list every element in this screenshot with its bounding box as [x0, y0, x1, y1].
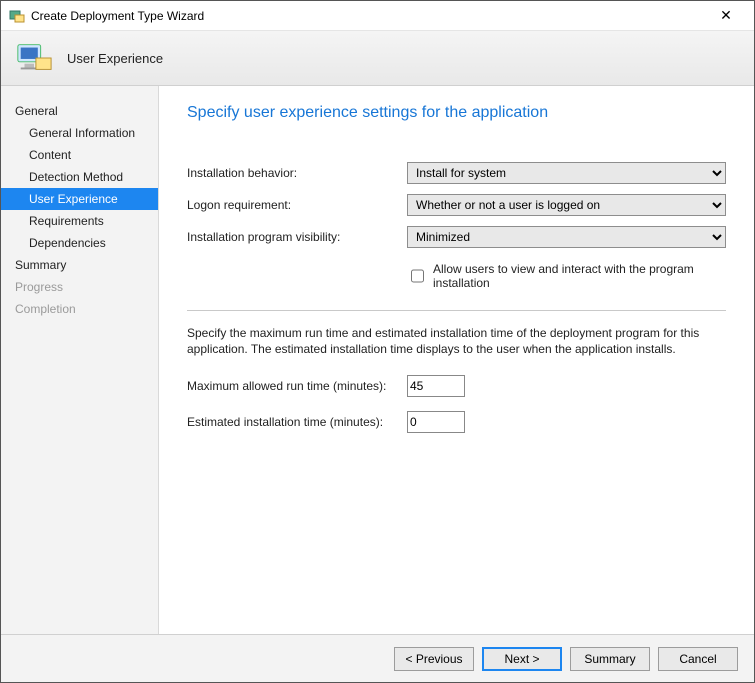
- sidebar-item-content[interactable]: Content: [1, 144, 158, 166]
- page-heading: Specify user experience settings for the…: [187, 104, 726, 122]
- sidebar-item-user-experience[interactable]: User Experience: [1, 188, 158, 210]
- logon-requirement-label: Logon requirement:: [187, 198, 407, 212]
- visibility-label: Installation program visibility:: [187, 230, 407, 244]
- app-icon: [9, 8, 25, 24]
- max-runtime-input[interactable]: [407, 375, 465, 397]
- sidebar: General General Information Content Dete…: [1, 86, 159, 634]
- banner-step-title: User Experience: [67, 51, 163, 66]
- content-pane: Specify user experience settings for the…: [159, 86, 754, 634]
- cancel-button[interactable]: Cancel: [658, 647, 738, 671]
- previous-button[interactable]: < Previous: [394, 647, 474, 671]
- est-time-input[interactable]: [407, 411, 465, 433]
- runtime-description: Specify the maximum run time and estimat…: [187, 325, 726, 357]
- sidebar-item-detection[interactable]: Detection Method: [1, 166, 158, 188]
- install-behavior-select[interactable]: Install for system: [407, 162, 726, 184]
- sidebar-item-requirements[interactable]: Requirements: [1, 210, 158, 232]
- window-title: Create Deployment Type Wizard: [31, 9, 706, 23]
- visibility-select[interactable]: Minimized: [407, 226, 726, 248]
- install-behavior-label: Installation behavior:: [187, 166, 407, 180]
- max-runtime-label: Maximum allowed run time (minutes):: [187, 379, 407, 393]
- sidebar-item-dependencies[interactable]: Dependencies: [1, 232, 158, 254]
- sidebar-group-completion: Completion: [1, 298, 158, 320]
- titlebar: Create Deployment Type Wizard ✕: [1, 1, 754, 31]
- footer: < Previous Next > Summary Cancel: [1, 634, 754, 682]
- logon-requirement-select[interactable]: Whether or not a user is logged on: [407, 194, 726, 216]
- sidebar-group-summary[interactable]: Summary: [1, 254, 158, 276]
- divider: [187, 310, 726, 311]
- sidebar-group-progress: Progress: [1, 276, 158, 298]
- summary-button[interactable]: Summary: [570, 647, 650, 671]
- banner: User Experience: [1, 31, 754, 86]
- wizard-window: Create Deployment Type Wizard ✕ User Exp…: [0, 0, 755, 683]
- computer-icon: [15, 39, 53, 77]
- sidebar-item-general-info[interactable]: General Information: [1, 122, 158, 144]
- next-button[interactable]: Next >: [482, 647, 562, 671]
- allow-interact-checkbox[interactable]: [411, 269, 424, 283]
- body: General General Information Content Dete…: [1, 86, 754, 634]
- est-time-label: Estimated installation time (minutes):: [187, 415, 407, 429]
- close-button[interactable]: ✕: [706, 7, 746, 24]
- sidebar-group-general[interactable]: General: [1, 100, 158, 122]
- allow-interact-label: Allow users to view and interact with th…: [433, 262, 726, 290]
